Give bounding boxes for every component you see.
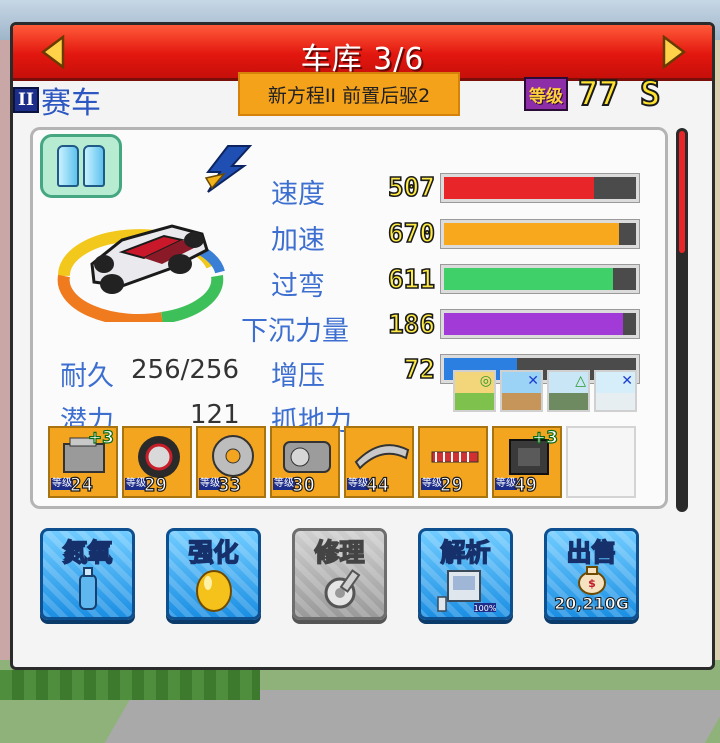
- grip-icons: ◎ ✕ △ ✕: [453, 370, 637, 412]
- chip-part[interactable]: +3 等级 49: [492, 426, 562, 498]
- scrollbar-thumb[interactable]: [679, 131, 685, 253]
- brake-part[interactable]: 等级 33: [196, 426, 266, 498]
- analyzer-monitor-icon: 100%: [421, 563, 510, 613]
- wing-part-icon: [354, 444, 410, 470]
- engine-part[interactable]: +3 等级 24: [48, 426, 118, 498]
- tire-part-icon: [138, 436, 180, 478]
- acceleration-bar: [440, 219, 640, 249]
- cornering-bar-fill: [444, 268, 613, 290]
- turbo-part[interactable]: 等级 30: [270, 426, 340, 498]
- part-plus-badge: +3: [87, 428, 114, 449]
- downforce-value: 186: [387, 309, 436, 341]
- wing-part[interactable]: 等级 44: [344, 426, 414, 498]
- snow-road-grip-icon: ✕: [594, 370, 637, 412]
- nitro-bottle-icon: [43, 563, 132, 613]
- grip-rating-mark: △: [575, 373, 586, 389]
- tire-part[interactable]: 等级 29: [122, 426, 192, 498]
- speed-label: 速度: [271, 179, 325, 210]
- rough-road-grip-icon: △: [547, 370, 590, 412]
- suspension-part-icon: [431, 451, 479, 463]
- part-level: 33: [217, 473, 241, 496]
- acceleration-label: 加速: [271, 225, 325, 256]
- golden-egg-icon: [169, 563, 258, 613]
- car-header: II 赛车: [13, 78, 101, 122]
- level-label: 等级: [524, 77, 568, 111]
- speed-value: 507: [387, 172, 436, 204]
- nitro-tank-icon: [40, 134, 122, 198]
- speed-bar-fill: [444, 177, 594, 199]
- car-level-value: 77: [577, 73, 620, 115]
- brake-part-icon: [212, 435, 254, 477]
- suspension-part[interactable]: 等级 29: [418, 426, 488, 498]
- part-level: 29: [439, 473, 463, 496]
- durability-label: 耐久: [60, 361, 114, 392]
- rank-badge: II: [13, 87, 39, 113]
- repair-button[interactable]: 修理: [292, 528, 387, 620]
- parts-row: +3 等级 24 等级 29 等级 33 等级 30 等级 44 等级 29 +3 等级 49: [48, 426, 636, 498]
- sell-price: 20,210G: [554, 594, 630, 614]
- car-grade: S: [639, 73, 662, 115]
- empty-part-slot[interactable]: [566, 426, 636, 498]
- money-bag-icon: $: [547, 561, 636, 595]
- acceleration-bar-fill: [444, 223, 619, 245]
- part-level: 44: [365, 473, 389, 496]
- race-car-image: [57, 224, 225, 322]
- part-plus-badge: +3: [531, 428, 558, 449]
- grip-rating-mark: ✕: [527, 373, 539, 389]
- wrench-gear-icon: [295, 563, 384, 613]
- sunny-road-grip-icon: ◎: [453, 370, 496, 412]
- svg-text:$: $: [588, 577, 596, 590]
- downforce-bar-fill: [444, 313, 623, 335]
- acceleration-value: 670: [387, 218, 436, 250]
- analyze-badge-text: 100%: [473, 604, 496, 613]
- downforce-label: 下沉力量: [241, 316, 349, 347]
- part-level: 30: [291, 473, 315, 496]
- analyze-button[interactable]: 解析 100%: [418, 528, 513, 620]
- cornering-label: 过弯: [271, 271, 325, 302]
- grip-rating-mark: ◎: [479, 373, 492, 389]
- part-level: 29: [143, 473, 167, 496]
- car-spec-tag: 新方程II 前置后驱2: [238, 72, 460, 116]
- turbo-part-icon: [283, 441, 331, 473]
- rain-road-grip-icon: ✕: [500, 370, 543, 412]
- durability-value: 256/256: [131, 355, 240, 385]
- stats-lightning-icon: [204, 145, 253, 193]
- downforce-bar: [440, 309, 640, 339]
- boost-label: 增压: [271, 361, 325, 392]
- speed-bar: [440, 173, 640, 203]
- part-level: 49: [513, 473, 537, 496]
- next-car-arrow-icon[interactable]: [660, 34, 688, 70]
- grip-rating-mark: ✕: [621, 373, 633, 389]
- upgrade-button[interactable]: 强化: [166, 528, 261, 620]
- part-level: 24: [69, 473, 93, 496]
- action-buttons: 氮氧 强化 修理 解析 100% 出售 $ 20,210G: [40, 528, 639, 620]
- sell-button[interactable]: 出售 $ 20,210G: [544, 528, 639, 620]
- boost-value: 72: [403, 354, 436, 386]
- nitro-button[interactable]: 氮氧: [40, 528, 135, 620]
- cornering-bar: [440, 264, 640, 294]
- car-name: 赛车: [41, 86, 101, 121]
- cornering-value: 611: [387, 264, 436, 296]
